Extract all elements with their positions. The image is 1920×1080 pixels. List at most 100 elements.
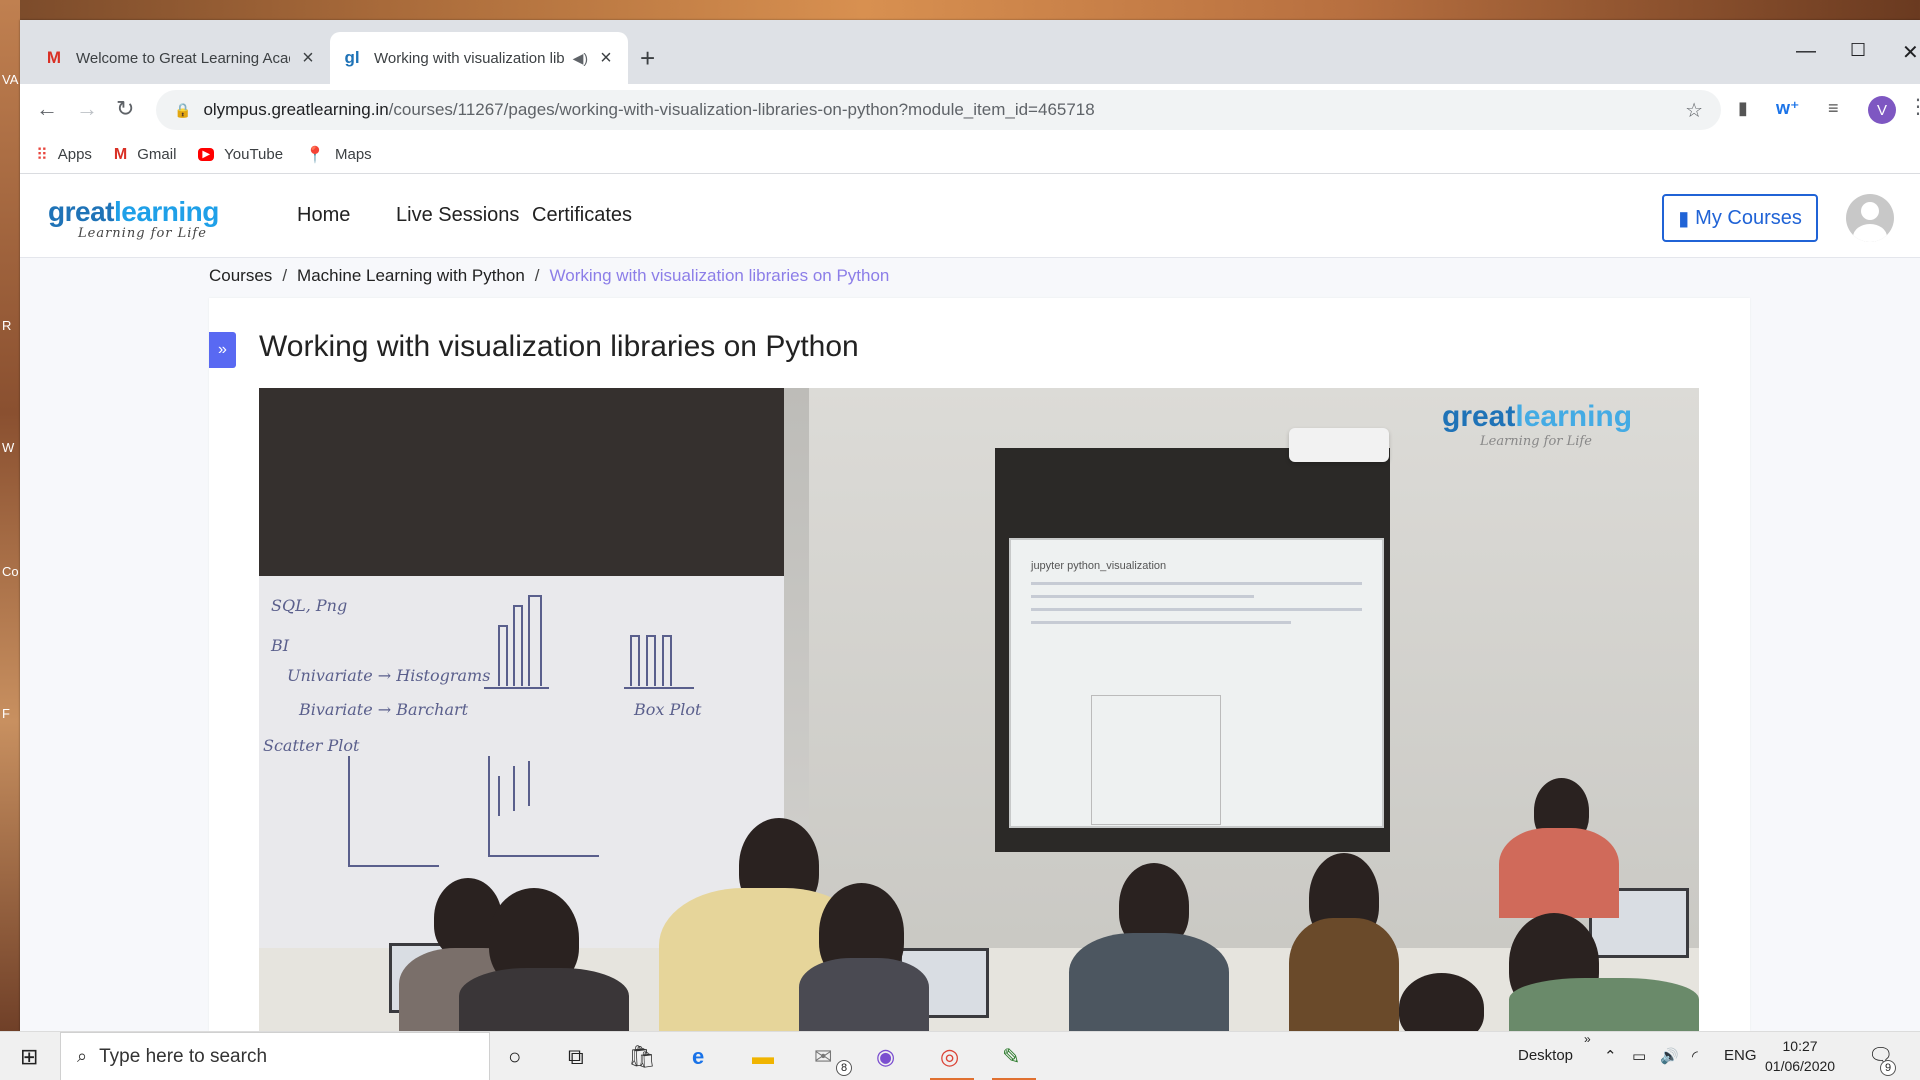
- desktop-icon-label: Co: [2, 564, 19, 579]
- projector-screen: jupyter python_visualization: [1009, 538, 1384, 828]
- chrome-icon[interactable]: ◎: [940, 1044, 959, 1070]
- content-card: » Working with visualization libraries o…: [209, 298, 1750, 1031]
- volume-icon[interactable]: 🔊: [1660, 1047, 1679, 1065]
- bookmark-label: Gmail: [137, 146, 177, 163]
- bookmark-gmail[interactable]: M Gmail: [114, 146, 177, 164]
- logo-word-great: great: [48, 196, 114, 227]
- nav-home[interactable]: Home: [297, 204, 350, 227]
- clock-date: 01/06/2020: [1765, 1058, 1836, 1074]
- close-icon[interactable]: ×: [298, 47, 318, 70]
- screen-plot: [1091, 695, 1221, 825]
- close-window-icon[interactable]: ✕: [1902, 40, 1919, 65]
- lock-icon: 🔒: [174, 101, 192, 118]
- book-icon: ▮: [1678, 207, 1690, 230]
- projector: [1289, 428, 1389, 462]
- desktop-background: VA R W Co F: [0, 0, 20, 1031]
- watermark-word-learning: learning: [1515, 400, 1633, 433]
- tab-strip: M Welcome to Great Learning Acad × gl Wo…: [20, 20, 1920, 84]
- nav-certificates[interactable]: Certificates: [532, 204, 632, 227]
- system-clock[interactable]: 10:27 01/06/2020: [1765, 1036, 1835, 1076]
- speaker-icon[interactable]: ◀): [573, 50, 588, 67]
- profile-avatar[interactable]: V: [1868, 96, 1896, 124]
- extension-w-icon[interactable]: w⁺: [1776, 98, 1800, 119]
- gl-icon: gl: [344, 48, 360, 67]
- greatlearning-logo[interactable]: greatlearning Learning for Life: [48, 196, 219, 241]
- watermark-tagline: Learning for Life: [1480, 434, 1592, 449]
- clock-time: 10:27: [1782, 1038, 1818, 1054]
- toolbar-expand-icon[interactable]: »: [1584, 1032, 1591, 1046]
- desktop-icon-label: W: [2, 440, 15, 455]
- maximize-icon[interactable]: ☐: [1850, 40, 1866, 61]
- wifi-icon[interactable]: ◜: [1692, 1047, 1698, 1065]
- breadcrumb-separator: /: [282, 266, 288, 285]
- breadcrumb-courses[interactable]: Courses: [209, 266, 272, 285]
- edge-icon[interactable]: e: [692, 1044, 704, 1070]
- bookmark-label: Apps: [57, 146, 92, 163]
- menu-kebab-icon[interactable]: ⋮: [1908, 94, 1920, 119]
- bookmark-star-icon[interactable]: ☆: [1685, 98, 1703, 123]
- media-queue-icon[interactable]: ≡: [1828, 98, 1839, 119]
- browser-app-icon[interactable]: ◉: [876, 1044, 895, 1070]
- nav-live-sessions[interactable]: Live Sessions: [396, 204, 519, 227]
- logo-tagline: Learning for Life: [78, 226, 207, 241]
- back-arrow-icon[interactable]: ←: [36, 96, 58, 122]
- store-icon[interactable]: 🛍: [628, 1044, 656, 1070]
- desktop-toolbar-label[interactable]: Desktop: [1518, 1047, 1573, 1064]
- breadcrumb: Courses / Machine Learning with Python / Wor…: [209, 266, 889, 286]
- notification-badge: 9: [1880, 1060, 1896, 1076]
- desktop-icon-label: F: [2, 706, 10, 721]
- video-watermark-logo: greatlearning Learning for Life: [1442, 400, 1632, 449]
- forward-arrow-icon[interactable]: →: [76, 96, 98, 122]
- windows-taskbar: ⊞ ⌕ Type here to search ○ ⧉ 🛍 e ▬ ✉ 8 ◉ …: [0, 1031, 1920, 1080]
- user-avatar[interactable]: [1846, 194, 1894, 242]
- battery-icon[interactable]: ▭: [1632, 1047, 1646, 1065]
- tab-course-page[interactable]: gl Working with visualization lib ◀) ×: [330, 32, 628, 84]
- browser-window: M Welcome to Great Learning Acad × gl Wo…: [20, 20, 1920, 1031]
- tab-title: Welcome to Great Learning Acad: [76, 49, 290, 67]
- web-page: greatlearning Learning for Life Home Liv…: [20, 174, 1920, 1031]
- new-tab-button[interactable]: +: [640, 45, 655, 71]
- language-indicator[interactable]: ENG: [1724, 1047, 1757, 1064]
- bookmark-maps[interactable]: 📍 Maps: [305, 145, 372, 165]
- logo-word-learning: learning: [113, 196, 219, 227]
- maps-pin-icon: 📍: [305, 146, 325, 164]
- task-view-icon[interactable]: ⧉: [568, 1044, 584, 1070]
- screen-title: jupyter python_visualization: [1031, 560, 1167, 572]
- breadcrumb-course[interactable]: Machine Learning with Python: [297, 266, 525, 285]
- bookmark-apps[interactable]: ⠿ Apps: [36, 145, 92, 165]
- close-icon[interactable]: ×: [596, 47, 616, 70]
- bookmark-youtube[interactable]: ▶ YouTube: [198, 146, 283, 163]
- my-courses-label: My Courses: [1695, 206, 1802, 229]
- cortana-icon[interactable]: ○: [508, 1044, 521, 1070]
- desktop-icon-label: R: [2, 318, 12, 333]
- minimize-icon[interactable]: —: [1796, 40, 1816, 63]
- mail-icon[interactable]: ✉: [814, 1044, 832, 1070]
- extension-icon[interactable]: ▮: [1738, 98, 1748, 119]
- page-title: Working with visualization libraries on …: [259, 330, 859, 363]
- file-explorer-icon[interactable]: ▬: [752, 1044, 774, 1070]
- gmail-icon: M: [46, 48, 62, 67]
- breadcrumb-current: Working with visualization libraries on …: [549, 266, 890, 285]
- url-path: /courses/11267/pages/working-with-visual…: [388, 100, 1095, 119]
- expand-sidebar-button[interactable]: »: [209, 332, 236, 368]
- site-header: greatlearning Learning for Life Home Liv…: [20, 174, 1920, 258]
- youtube-icon: ▶: [198, 148, 215, 161]
- watermark-word-great: great: [1442, 400, 1516, 433]
- tab-gmail[interactable]: M Welcome to Great Learning Acad ×: [32, 32, 330, 84]
- browser-toolbar: ← → ↻ 🔒 olympus.greatlearning.in/courses…: [20, 84, 1920, 136]
- breadcrumb-separator: /: [534, 266, 540, 285]
- taskbar-search-box[interactable]: ⌕ Type here to search: [60, 1032, 490, 1080]
- url-host: olympus.greatlearning.in: [203, 100, 389, 119]
- address-bar[interactable]: 🔒 olympus.greatlearning.in/courses/11267…: [156, 90, 1721, 130]
- blackboard: [259, 388, 784, 576]
- windows-start-icon[interactable]: ⊞: [20, 1044, 38, 1070]
- reload-icon[interactable]: ↻: [116, 96, 134, 122]
- video-player[interactable]: SQL, Png BI Univariate → Histograms Biva…: [259, 388, 1699, 1031]
- app-pen-icon[interactable]: ✎: [1002, 1044, 1020, 1070]
- mail-badge: 8: [836, 1060, 852, 1076]
- board-sketch-charts: [348, 595, 694, 867]
- apps-grid-icon: ⠿: [36, 146, 48, 164]
- chevron-up-icon[interactable]: ⌃: [1604, 1047, 1617, 1065]
- my-courses-button[interactable]: ▮ My Courses: [1662, 194, 1818, 242]
- bookmark-label: YouTube: [224, 146, 284, 163]
